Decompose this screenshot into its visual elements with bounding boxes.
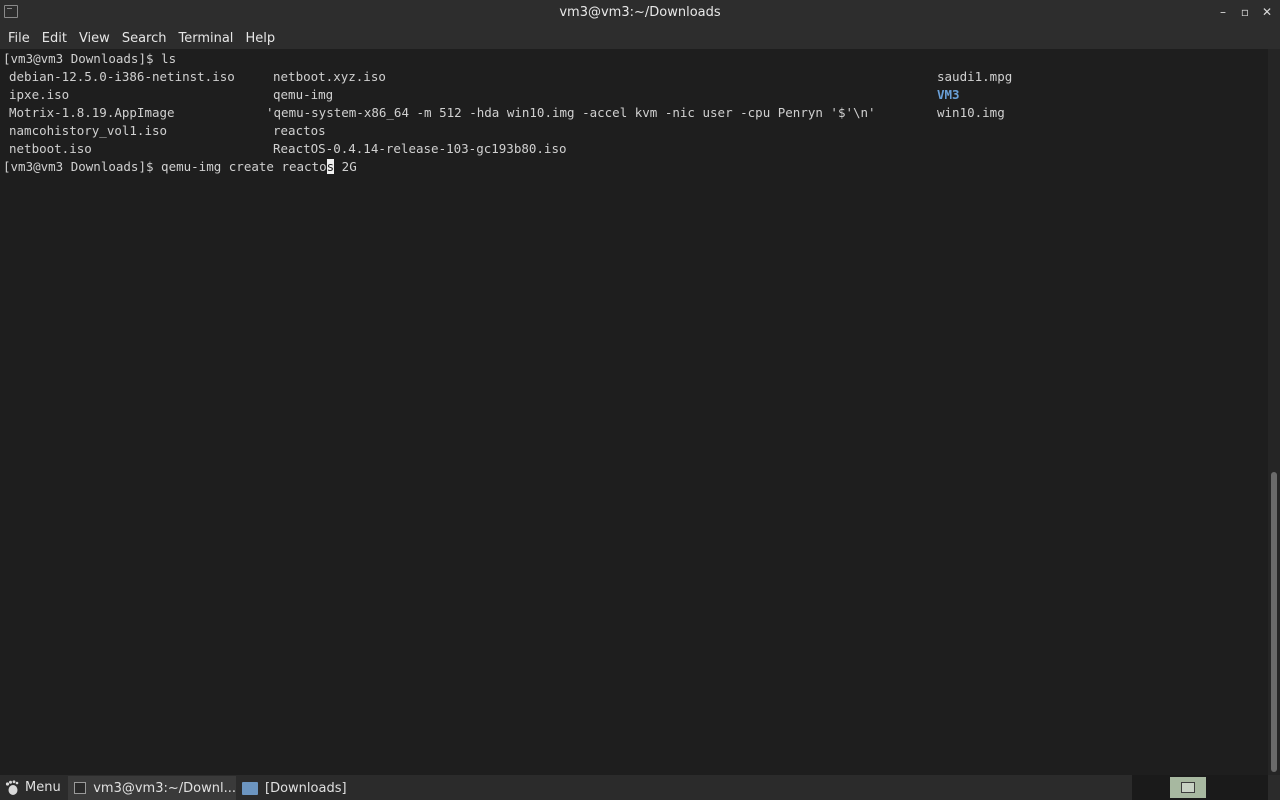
file-entry: netboot.xyz.iso xyxy=(273,69,386,84)
menu-file[interactable]: File xyxy=(2,29,36,46)
file-entry: debian-12.5.0-i386-netinst.iso xyxy=(9,69,235,84)
window-titlebar: vm3@vm3:~/Downloads – ▫ ✕ xyxy=(0,0,1280,26)
file-entry: 'qemu-system-x86_64 -m 512 -hda win10.im… xyxy=(266,105,876,120)
close-button[interactable]: ✕ xyxy=(1258,3,1276,21)
file-entry: ipxe.iso xyxy=(9,87,70,102)
file-entry: netboot.iso xyxy=(9,141,92,156)
menubar: File Edit View Search Terminal Help xyxy=(0,26,1280,49)
workspace-switcher[interactable] xyxy=(1132,775,1268,800)
menu-help[interactable]: Help xyxy=(239,29,281,46)
window-controls: – ▫ ✕ xyxy=(1214,3,1276,21)
minimize-button[interactable]: – xyxy=(1214,3,1232,21)
taskbar: Menu vm3@vm3:~/Downl... [Downloads] xyxy=(0,775,1280,800)
workspace-1[interactable] xyxy=(1170,777,1206,798)
file-entry: qemu-img xyxy=(273,87,334,102)
menu-view[interactable]: View xyxy=(73,29,116,46)
command-text-after-cursor: 2G xyxy=(334,159,357,174)
terminal-output[interactable]: [vm3@vm3 Downloads]$ ls debian-12.5.0-i3… xyxy=(0,49,1268,775)
vertical-scrollbar[interactable] xyxy=(1268,49,1280,775)
taskbar-item-terminal[interactable]: vm3@vm3:~/Downl... xyxy=(68,776,236,800)
folder-icon xyxy=(242,781,258,795)
workspace-window-preview xyxy=(1181,782,1195,793)
command-line[interactable]: [vm3@vm3 Downloads]$ qemu-img create rea… xyxy=(3,158,357,176)
taskbar-item-label: vm3@vm3:~/Downl... xyxy=(93,780,236,796)
file-entry: ReactOS-0.4.14-release-103-gc193b80.iso xyxy=(273,141,567,156)
gnome-foot-icon xyxy=(5,779,19,795)
taskbar-item-label: [Downloads] xyxy=(265,780,347,796)
start-menu-label: Menu xyxy=(25,780,61,795)
file-entry: reactos xyxy=(273,123,326,138)
menu-search[interactable]: Search xyxy=(116,29,173,46)
file-entry: Motrix-1.8.19.AppImage xyxy=(9,105,175,120)
taskbar-item-downloads[interactable]: [Downloads] xyxy=(236,776,366,800)
text-cursor: s xyxy=(326,159,335,174)
command-text: [vm3@vm3 Downloads]$ qemu-img create rea… xyxy=(3,159,327,174)
prompt-line: [vm3@vm3 Downloads]$ ls xyxy=(3,51,177,66)
scrollbar-thumb[interactable] xyxy=(1271,472,1277,772)
terminal-icon xyxy=(74,782,87,794)
maximize-button[interactable]: ▫ xyxy=(1236,3,1254,21)
menu-terminal[interactable]: Terminal xyxy=(172,29,239,46)
menu-edit[interactable]: Edit xyxy=(36,29,73,46)
window-title: vm3@vm3:~/Downloads xyxy=(559,5,721,20)
start-menu-button[interactable]: Menu xyxy=(0,775,61,800)
directory-entry: VM3 xyxy=(937,87,960,102)
file-entry: saudi1.mpg xyxy=(937,69,1013,84)
file-entry: namcohistory_vol1.iso xyxy=(9,123,168,138)
file-entry: win10.img xyxy=(937,105,1005,120)
